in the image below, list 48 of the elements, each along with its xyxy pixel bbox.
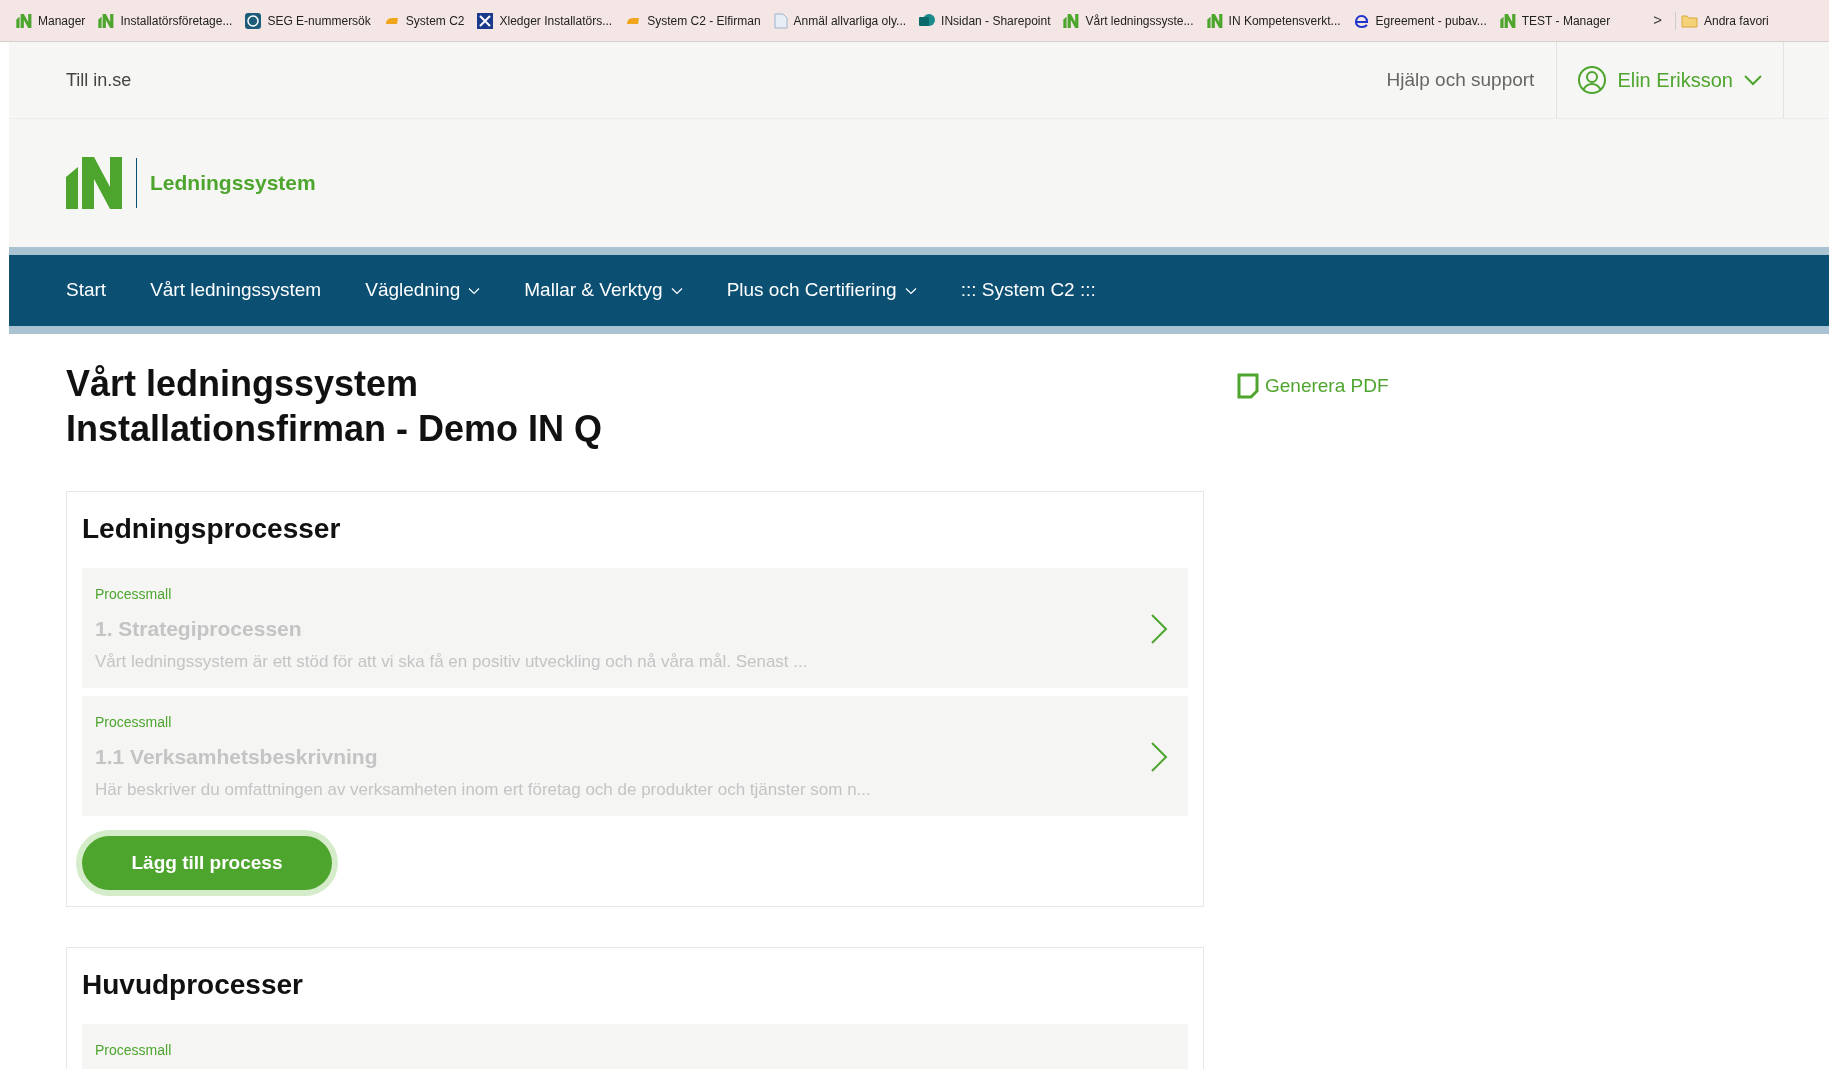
bookmark-link[interactable]: IN Kompetensverkt... <box>1206 11 1341 30</box>
overflow-button[interactable]: > <box>1653 9 1662 32</box>
bookmark-link[interactable]: System C2 - Elfirman <box>625 11 761 30</box>
item-tag: Processmall <box>95 1040 1168 1061</box>
bookmark-link[interactable]: Xledger Installatörs... <box>477 11 613 30</box>
chevron-right-icon <box>1150 613 1168 645</box>
bookmark-link[interactable]: INsidan - Sharepoint <box>919 11 1051 30</box>
bookmark-link[interactable]: TEST - Manager <box>1499 11 1611 30</box>
document-icon <box>1237 373 1259 400</box>
letters-logo-icon <box>16 13 32 28</box>
logo-icon <box>66 157 123 209</box>
bookmark-folder[interactable]: Andra favori <box>1681 11 1769 30</box>
chevron-right-icon <box>1150 741 1168 773</box>
item-tag: Processmall <box>95 584 1150 605</box>
bookmark-link[interactable]: Manager <box>16 11 86 30</box>
home-link[interactable]: Till in.se <box>66 66 132 94</box>
bookmark-link[interactable]: System C2 <box>383 11 465 30</box>
brand-name: Ledningssystem <box>150 170 316 197</box>
page-title: Installationsfirman - Demo IN Q <box>66 407 604 451</box>
document-icon <box>773 12 788 29</box>
nav-item[interactable]: ::: System C2 ::: <box>960 276 1096 305</box>
bookmark-link[interactable]: Anmäl allvarliga oly... <box>773 11 907 30</box>
bookmark-link[interactable]: SEG E-nummersök <box>245 11 371 30</box>
letters-logo-icon <box>98 13 115 28</box>
user-name: Elin Eriksson <box>1617 68 1733 93</box>
bookmark-link[interactable]: Egreement - pubav... <box>1353 11 1487 30</box>
folder-icon <box>1681 13 1698 28</box>
chevron-down-icon <box>1743 74 1763 86</box>
letters-logo-icon <box>1206 13 1223 28</box>
circle-logo-icon <box>245 12 262 29</box>
s-logo-icon <box>919 12 936 29</box>
nav-item[interactable]: Start <box>66 276 107 305</box>
help-link[interactable]: Hjälp och support <box>1386 65 1535 95</box>
bookmark-link[interactable]: Vårt ledningssyste... <box>1063 11 1194 30</box>
letters-logo-icon <box>1499 13 1516 28</box>
nav-item[interactable]: Vårt ledningssystem <box>150 276 322 305</box>
section-title: Ledningsprocesser <box>82 512 342 546</box>
x-logo-icon <box>477 12 494 29</box>
nav-item[interactable]: Vägledning <box>365 276 481 305</box>
user-icon <box>1577 65 1608 95</box>
nav-item[interactable]: Plus och Certifiering <box>726 276 917 305</box>
item-tag: Processmall <box>95 712 1150 733</box>
letters-logo-icon <box>1063 13 1080 28</box>
nav-item[interactable]: Mallar & Verktyg <box>524 276 683 305</box>
page-title: Vårt ledningssystem <box>66 362 420 406</box>
section-title: Huvudprocesser <box>82 968 304 1002</box>
bookmark-link[interactable]: Installatörsföretage... <box>98 11 233 30</box>
e-logo-icon <box>1353 12 1370 29</box>
